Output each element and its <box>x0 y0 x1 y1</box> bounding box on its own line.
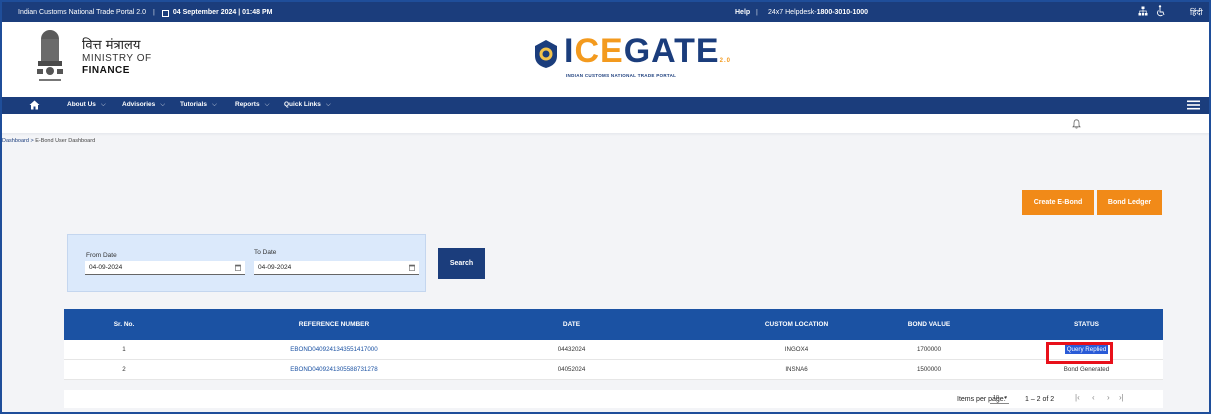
first-page-icon[interactable]: |‹ <box>1075 393 1080 402</box>
highlight-box <box>1046 342 1113 364</box>
date-filter-panel: From Date 04-09-2024 To Date 04-09-2024 <box>67 234 426 292</box>
logo-version: 2.0 <box>719 58 731 64</box>
bell-icon[interactable] <box>1072 119 1081 129</box>
items-per-page-select[interactable]: 10 ▼ <box>990 393 1009 404</box>
column-header[interactable]: Sr. No. <box>64 309 184 340</box>
helpdesk-info: 24x7 Helpdesk-1800-3010-1000 <box>768 9 868 16</box>
last-page-icon[interactable]: ›| <box>1119 393 1124 402</box>
ministry-name-line2: FINANCE <box>82 65 130 76</box>
reference-number-link[interactable]: EBOND0409241305588731278 <box>184 360 484 379</box>
nav-label: Advisories <box>122 101 156 108</box>
next-page-icon[interactable]: › <box>1107 393 1110 402</box>
logo-letters-gate: GATE <box>623 32 720 70</box>
from-date-value: 04-09-2024 <box>89 264 123 271</box>
chevron-down-icon: ⌵ <box>100 101 106 108</box>
reference-number-link[interactable]: EBOND04092413435514170​00 <box>184 340 484 359</box>
column-header[interactable]: STATUS <box>1019 309 1154 340</box>
to-date-value: 04-09-2024 <box>258 264 292 271</box>
helpdesk-label: 24x7 Helpdesk- <box>768 8 817 16</box>
from-date-label: From Date <box>86 252 117 259</box>
create-ebond-button[interactable]: Create E-Bond <box>1022 190 1094 215</box>
breadcrumb-dashboard[interactable]: Dashboard <box>2 138 29 144</box>
accessibility-icon[interactable] <box>1156 5 1166 17</box>
national-emblem-icon <box>37 30 63 81</box>
nav-item-reports[interactable]: Reports ⌵ <box>235 101 270 109</box>
customs-badge-icon <box>535 40 557 68</box>
sr-no-cell: 2 <box>122 366 126 373</box>
current-datetime: 04 September 2024 | 01:48 PM <box>172 8 273 16</box>
page-range: 1 – 2 of 2 <box>1025 396 1055 403</box>
dropdown-arrow-icon: ▼ <box>1003 395 1008 400</box>
nav-item-tutorials[interactable]: Tutorials ⌵ <box>180 101 217 109</box>
ministry-name-hindi: वित्त मंत्रालय <box>82 38 141 53</box>
site-header: वित्त मंत्रालय MINISTRY OF FINANCE ICEGA… <box>2 22 1209 97</box>
nav-item-about-us[interactable]: About Us ⌵ <box>67 101 106 109</box>
bond-ledger-button[interactable]: Bond Ledger <box>1097 190 1162 215</box>
nav-label: Reports <box>235 101 260 108</box>
portal-name: Indian Customs National Trade Portal 2.0 <box>18 8 147 16</box>
top-bar: Indian Customs National Trade Portal 2.0… <box>2 2 1209 22</box>
home-icon[interactable] <box>29 100 40 110</box>
language-toggle[interactable]: हिंदी <box>1190 7 1203 18</box>
help-link[interactable]: Help <box>735 9 750 16</box>
search-button[interactable]: Search <box>438 248 485 279</box>
logo-letter-i: I <box>564 32 575 70</box>
chevron-down-icon: ⌵ <box>211 101 217 108</box>
nav-label: About Us <box>67 101 96 108</box>
table-row: 1 EBOND04092413435514170​00 04432024 ING… <box>64 340 1163 360</box>
nav-item-quick-links[interactable]: Quick Links ⌵ <box>284 101 331 109</box>
bond-value-cell: 1700000 <box>916 346 942 353</box>
bond-value-cell: 1500000 <box>916 366 942 373</box>
helpdesk-number: 1800-3010-1000 <box>816 8 869 16</box>
sr-no-cell: 1 <box>122 346 126 353</box>
separator: | <box>153 8 155 16</box>
nav-item-advisories[interactable]: Advisories ⌵ <box>122 101 165 109</box>
notification-bar <box>2 114 1209 133</box>
chevron-down-icon: ⌵ <box>264 101 270 108</box>
calendar-icon[interactable] <box>235 264 241 271</box>
date-cell: 04052024 <box>557 366 586 373</box>
chevron-down-icon: ⌵ <box>325 101 331 108</box>
separator: | <box>756 8 758 16</box>
logo-letters-ce: CE <box>574 32 624 70</box>
calendar-icon[interactable] <box>409 264 415 271</box>
previous-page-icon[interactable]: ‹ <box>1092 393 1095 402</box>
table-row: 2 EBOND0409241305588731278 04052024 INSN… <box>64 360 1163 380</box>
ministry-name-line1: MINISTRY OF <box>82 53 152 64</box>
bonds-table: Sr. No. REFERENCE NUMBER DATE CUSTOM LOC… <box>64 309 1163 380</box>
to-date-input[interactable]: 04-09-2024 <box>254 261 419 275</box>
column-header[interactable]: REFERENCE NUMBER <box>184 309 484 340</box>
breadcrumb-current: E-Bond User Dashboard <box>35 138 96 144</box>
main-nav: About Us ⌵ Advisories ⌵ Tutorials ⌵ Reports… <box>2 97 1209 114</box>
column-header[interactable]: DATE <box>484 309 659 340</box>
column-header[interactable]: BOND VALUE <box>854 309 1004 340</box>
breadcrumb: Dashboard > E-Bond User Dashboard <box>2 138 95 144</box>
icegate-logo[interactable]: ICEGATE2.0 <box>564 32 731 71</box>
chevron-down-icon: ⌵ <box>160 101 166 108</box>
items-per-page-value: 10 <box>993 395 1000 401</box>
to-date-label: To Date <box>254 249 277 256</box>
sitemap-icon[interactable] <box>1138 6 1148 16</box>
nav-label: Tutorials <box>180 101 207 108</box>
logo-subtitle: INDIAN CUSTOMS NATIONAL TRADE PORTAL <box>566 73 677 78</box>
paginator: Items per page: 10 ▼ 1 – 2 of 2 |‹ ‹ › ›… <box>64 390 1163 408</box>
table-header: Sr. No. REFERENCE NUMBER DATE CUSTOM LOC… <box>64 309 1163 340</box>
calendar-icon <box>161 9 169 17</box>
hamburger-menu-icon[interactable] <box>1187 100 1200 110</box>
from-date-input[interactable]: 04-09-2024 <box>85 261 245 275</box>
nav-label: Quick Links <box>284 101 321 108</box>
date-cell: 04432024 <box>557 346 586 353</box>
